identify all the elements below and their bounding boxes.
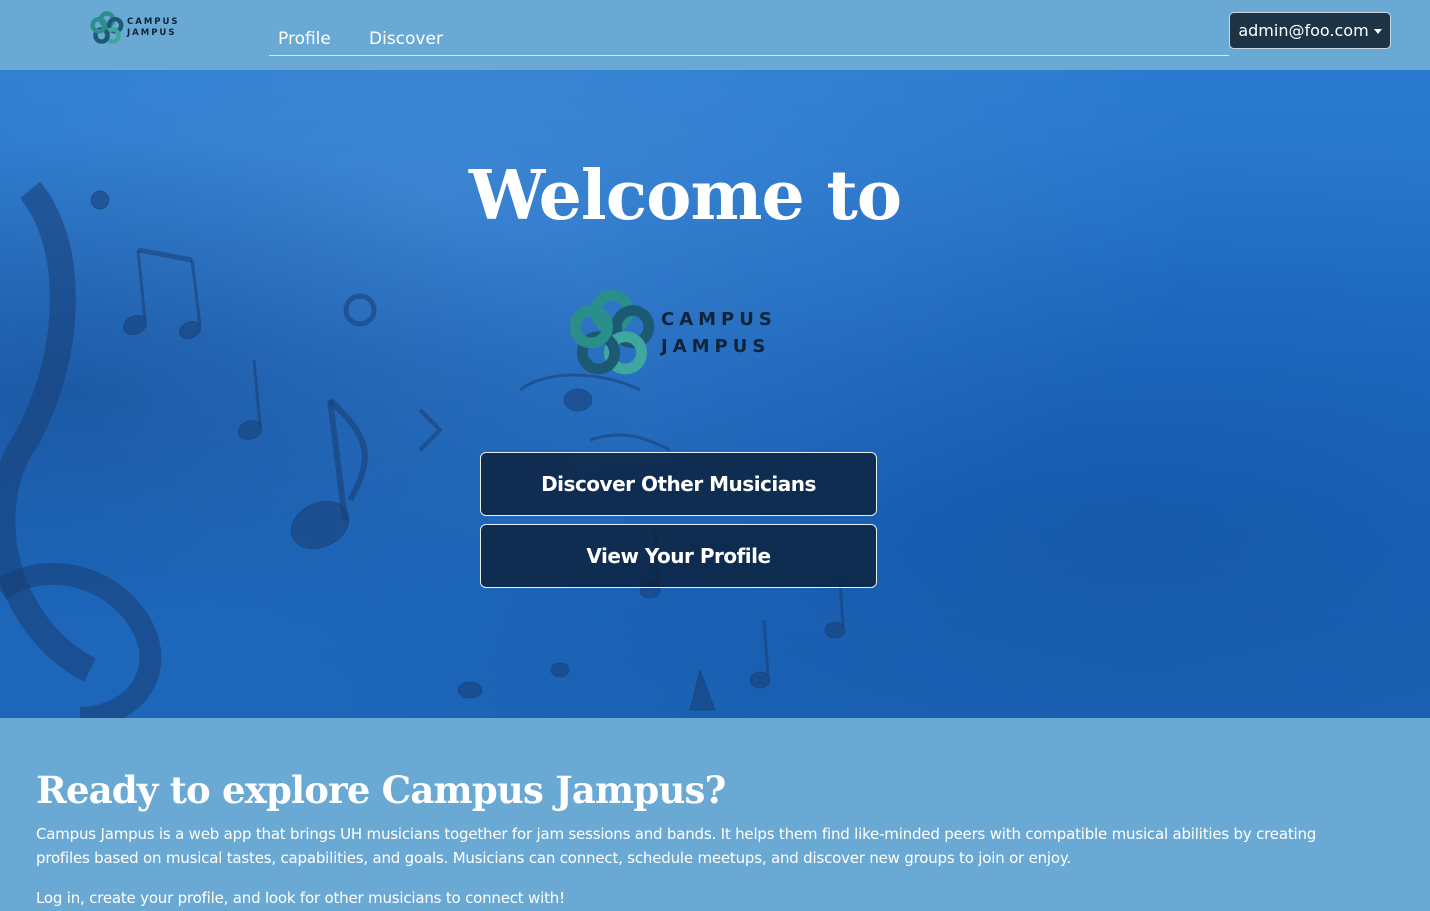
about-heading: Ready to explore Campus Jampus?	[36, 768, 726, 812]
about-call-to-action: Log in, create your profile, and look fo…	[36, 889, 565, 907]
nav-link-profile[interactable]: Profile	[278, 29, 331, 49]
brand-line-2: JAMPUS	[127, 28, 177, 38]
nav-links: Profile Discover	[269, 29, 1229, 56]
caret-down-icon	[1373, 29, 1382, 34]
hero-section: Welcome to CAMPUS JAMPUS Discover Other …	[0, 70, 1430, 718]
hero-logo-line-2: JAMPUS	[661, 336, 771, 357]
campus-jampus-logo-icon	[569, 289, 655, 375]
brand-logo[interactable]: CAMPUS JAMPUS	[90, 11, 180, 45]
view-profile-button[interactable]: View Your Profile	[480, 524, 877, 588]
hero-logo-line-1: CAMPUS	[661, 309, 777, 330]
user-email: admin@foo.com	[1238, 21, 1369, 40]
about-section: Ready to explore Campus Jampus? Campus J…	[0, 718, 1430, 911]
nav-link-discover[interactable]: Discover	[369, 29, 443, 49]
welcome-heading: Welcome to	[468, 156, 902, 236]
hero-logo: CAMPUS JAMPUS	[567, 288, 777, 378]
navbar: CAMPUS JAMPUS Profile Discover admin@foo…	[0, 0, 1430, 70]
campus-jampus-logo-icon	[90, 11, 124, 44]
discover-musicians-button[interactable]: Discover Other Musicians	[480, 452, 877, 516]
about-paragraph: Campus Jampus is a web app that brings U…	[36, 825, 1317, 867]
brand-line-1: CAMPUS	[127, 17, 180, 27]
user-dropdown-button[interactable]: admin@foo.com	[1229, 12, 1391, 49]
